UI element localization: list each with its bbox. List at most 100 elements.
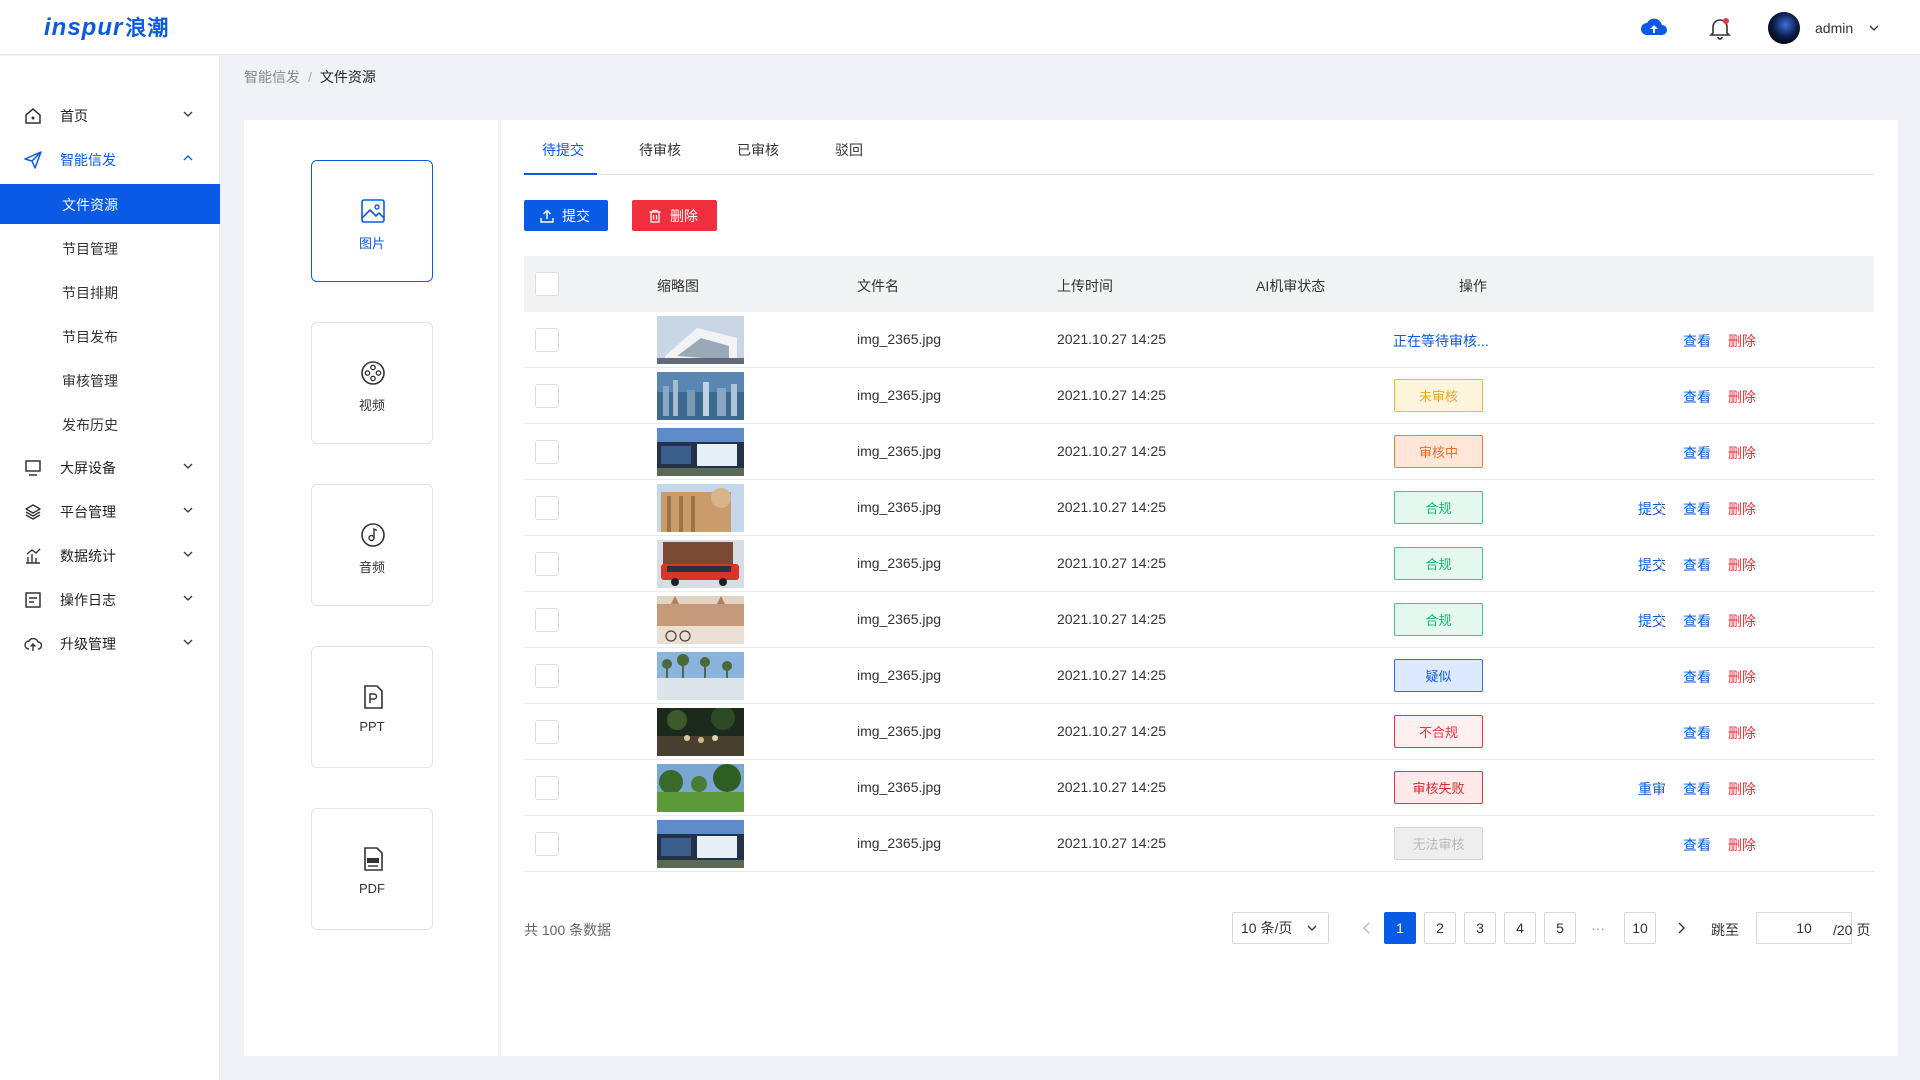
breadcrumb-parent[interactable]: 智能信发 — [244, 69, 300, 85]
view-button[interactable]: 查看 — [1683, 555, 1711, 575]
tab-rejected[interactable]: 驳回 — [835, 140, 863, 160]
row-checkbox[interactable] — [535, 776, 559, 800]
sidebar-item-program-schedule[interactable]: 节目排期 — [0, 272, 220, 312]
row-delete-button[interactable]: 删除 — [1728, 331, 1756, 351]
status-badge: 不合规 — [1394, 715, 1483, 748]
sidebar-item-program-management[interactable]: 节目管理 — [0, 228, 220, 268]
row-checkbox[interactable] — [535, 328, 559, 352]
row-checkbox[interactable] — [535, 496, 559, 520]
sidebar-item-program-publish[interactable]: 节目发布 — [0, 316, 220, 356]
cloud-upload-icon[interactable] — [1640, 14, 1668, 42]
page-ellipsis[interactable]: ··· — [1591, 920, 1605, 936]
upload-time: 2021.10.27 14:25 — [1057, 611, 1166, 627]
page-5[interactable]: 5 — [1544, 912, 1576, 944]
view-button[interactable]: 查看 — [1683, 443, 1711, 463]
sidebar-item-smart-publish[interactable]: 智能信发 — [0, 140, 220, 180]
thumbnail-image[interactable] — [657, 316, 744, 364]
notification-bell-icon[interactable] — [1707, 14, 1733, 42]
row-checkbox[interactable] — [535, 384, 559, 408]
page-1[interactable]: 1 — [1384, 912, 1416, 944]
pdf-icon — [364, 847, 383, 871]
sidebar-item-platform[interactable]: 平台管理 — [0, 492, 220, 532]
file-type-image[interactable]: 图片 — [311, 160, 433, 282]
thumbnail-image[interactable] — [657, 428, 744, 476]
page-last[interactable]: 10 — [1624, 912, 1656, 944]
sidebar-item-publish-history[interactable]: 发布历史 — [0, 404, 220, 444]
thumbnail-image[interactable] — [657, 764, 744, 812]
ppt-icon — [364, 685, 383, 709]
row-checkbox[interactable] — [535, 440, 559, 464]
thumbnail-image[interactable] — [657, 652, 744, 700]
table-row: img_2365.jpg 2021.10.27 14:25 审核中 查看 删除 — [524, 424, 1874, 480]
view-button[interactable]: 查看 — [1683, 387, 1711, 407]
file-name: img_2365.jpg — [857, 611, 942, 627]
row-delete-button[interactable]: 删除 — [1728, 443, 1756, 463]
tab-reviewed[interactable]: 已审核 — [737, 140, 779, 160]
prev-page-icon[interactable] — [1352, 913, 1382, 943]
row-delete-button[interactable]: 删除 — [1728, 555, 1756, 575]
thumbnail-image[interactable] — [657, 540, 744, 588]
action-separator — [1705, 782, 1706, 794]
sidebar-item-upgrade[interactable]: 升级管理 — [0, 624, 220, 664]
page-size-select[interactable]: 10 条/页 — [1232, 912, 1329, 944]
next-page-icon[interactable] — [1666, 913, 1696, 943]
page-3[interactable]: 3 — [1464, 912, 1496, 944]
view-button[interactable]: 查看 — [1683, 611, 1711, 631]
tab-pending-review[interactable]: 待审核 — [639, 140, 681, 160]
user-menu[interactable]: admin — [1768, 11, 1879, 45]
file-type-video[interactable]: 视频 — [311, 322, 433, 444]
row-delete-button[interactable]: 删除 — [1728, 779, 1756, 799]
select-all-checkbox[interactable] — [535, 272, 559, 296]
status-tabs: 待提交 待审核 已审核 驳回 — [524, 120, 1874, 175]
action-separator — [1705, 558, 1706, 570]
view-button[interactable]: 查看 — [1683, 667, 1711, 687]
file-type-ppt[interactable]: PPT — [311, 646, 433, 768]
row-delete-button[interactable]: 删除 — [1728, 611, 1756, 631]
row-checkbox[interactable] — [535, 720, 559, 744]
sidebar-item-statistics[interactable]: 数据统计 — [0, 536, 220, 576]
view-button[interactable]: 查看 — [1683, 499, 1711, 519]
page-4[interactable]: 4 — [1504, 912, 1536, 944]
upload-time: 2021.10.27 14:25 — [1057, 779, 1166, 795]
thumbnail-image[interactable] — [657, 820, 744, 868]
file-type-pdf[interactable]: PDF — [311, 808, 433, 930]
action-separator — [1705, 670, 1706, 682]
thumbnail-image[interactable] — [657, 596, 744, 644]
view-button[interactable]: 查看 — [1683, 779, 1711, 799]
chevron-down-icon — [183, 551, 193, 557]
sidebar-item-operation-log[interactable]: 操作日志 — [0, 580, 220, 620]
row-delete-button[interactable]: 删除 — [1728, 499, 1756, 519]
upload-time: 2021.10.27 14:25 — [1057, 667, 1166, 683]
file-type-audio[interactable]: 音频 — [311, 484, 433, 606]
view-button[interactable]: 查看 — [1683, 835, 1711, 855]
sidebar-item-large-screen[interactable]: 大屏设备 — [0, 448, 220, 488]
chevron-down-icon — [183, 507, 193, 513]
row-delete-button[interactable]: 删除 — [1728, 723, 1756, 743]
row-checkbox[interactable] — [535, 552, 559, 576]
column-header-actions: 操作 — [1459, 278, 1487, 294]
row-checkbox[interactable] — [535, 832, 559, 856]
inspur-logo[interactable]: inspur浪潮 — [44, 12, 169, 42]
row-checkbox[interactable] — [535, 664, 559, 688]
row-delete-button[interactable]: 删除 — [1728, 667, 1756, 687]
row-checkbox[interactable] — [535, 608, 559, 632]
file-name: img_2365.jpg — [857, 723, 942, 739]
page-2[interactable]: 2 — [1424, 912, 1456, 944]
status-badge: 无法审核 — [1394, 827, 1483, 860]
row-delete-button[interactable]: 删除 — [1728, 835, 1756, 855]
status-badge: 审核中 — [1394, 435, 1483, 468]
sidebar-item-file-resources[interactable]: 文件资源 — [0, 184, 220, 224]
row-delete-button[interactable]: 删除 — [1728, 387, 1756, 407]
thumbnail-image[interactable] — [657, 372, 744, 420]
submit-button[interactable]: 提交 — [524, 200, 608, 231]
sidebar-item-review-management[interactable]: 审核管理 — [0, 360, 220, 400]
table-row: img_2365.jpg 2021.10.27 14:25 未审核 查看 删除 — [524, 368, 1874, 424]
thumbnail-image[interactable] — [657, 484, 744, 532]
sidebar-item-home[interactable]: 首页 — [0, 96, 220, 136]
thumbnail-image[interactable] — [657, 708, 744, 756]
view-button[interactable]: 查看 — [1683, 723, 1711, 743]
view-button[interactable]: 查看 — [1683, 331, 1711, 351]
delete-button[interactable]: 删除 — [632, 200, 717, 231]
tab-pending-submit[interactable]: 待提交 — [542, 140, 584, 160]
send-icon — [24, 151, 42, 169]
